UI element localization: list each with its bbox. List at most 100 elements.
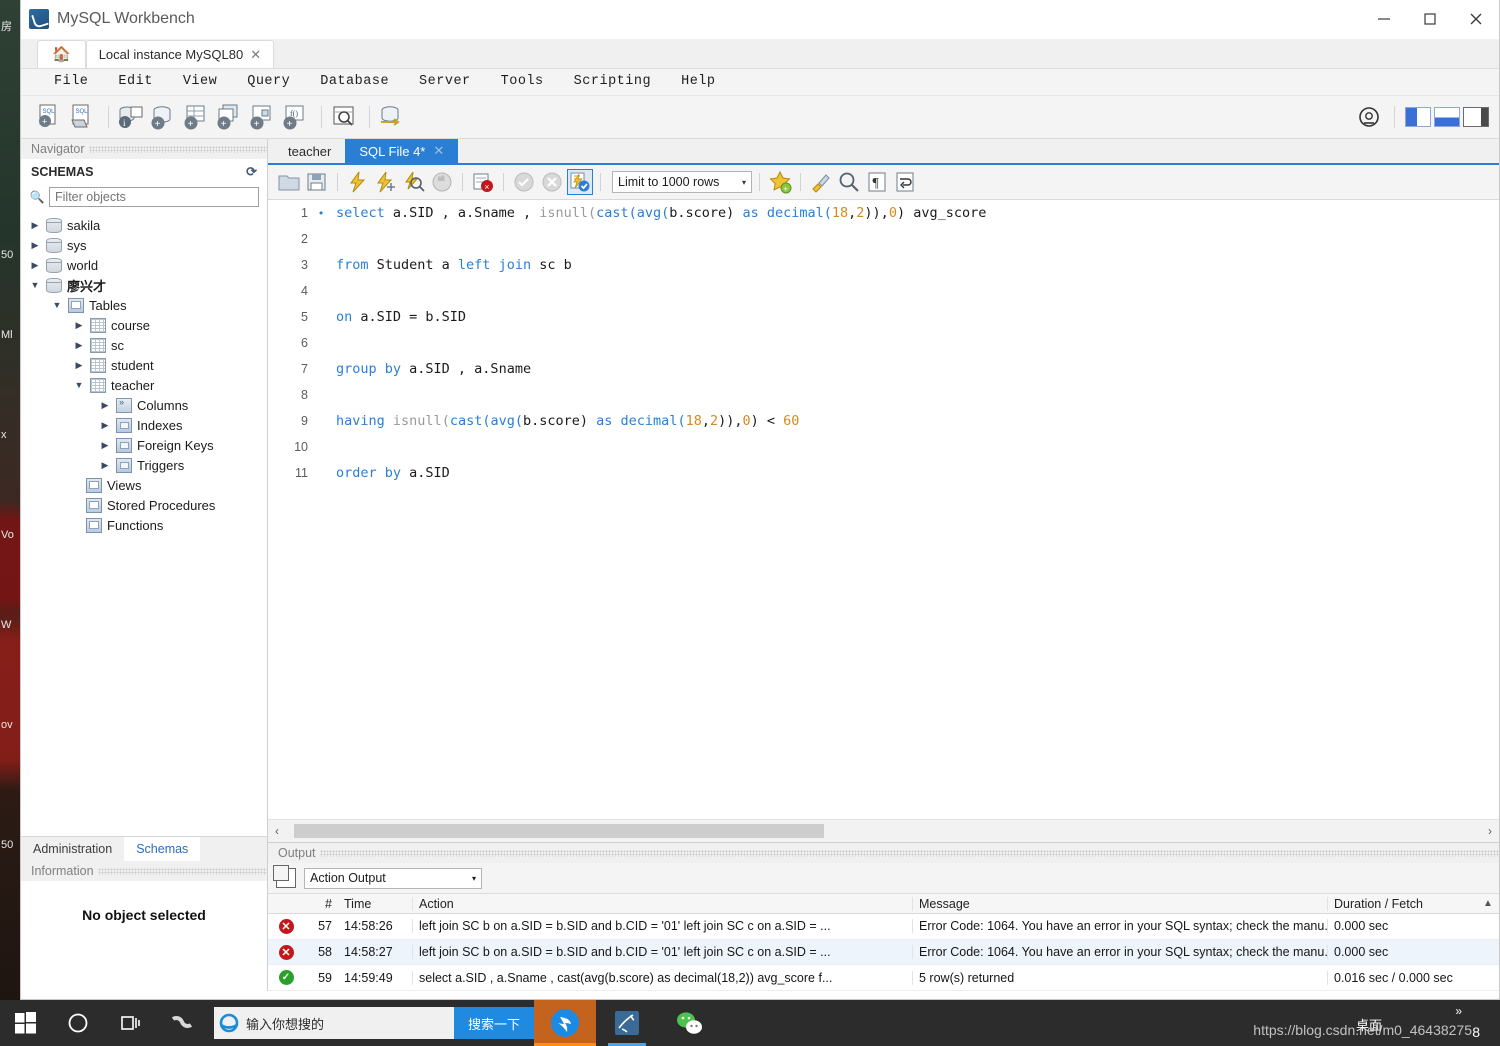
menu-edit[interactable]: Edit xyxy=(103,69,167,95)
chevron-down-icon[interactable]: ▼ xyxy=(73,380,85,390)
taskbar-app-dingtalk[interactable] xyxy=(534,1000,596,1046)
refresh-icon[interactable]: ⟳ xyxy=(246,164,257,180)
tree-item-teacher[interactable]: ▼ teacher xyxy=(21,375,267,395)
tree-item-indexes[interactable]: ▶ Indexes xyxy=(21,415,267,435)
new-function-icon[interactable]: f() + xyxy=(281,102,311,132)
tree-item-columns[interactable]: ▶ Columns xyxy=(21,395,267,415)
menu-file[interactable]: File xyxy=(39,69,103,95)
new-sql-file-icon[interactable]: SQL + xyxy=(35,102,65,132)
chevron-down-icon[interactable]: ▼ xyxy=(51,300,63,310)
autocommit-icon[interactable] xyxy=(567,169,593,195)
output-layout-icon[interactable] xyxy=(1434,107,1460,127)
find-icon[interactable] xyxy=(836,169,862,195)
search-box[interactable]: 输入你想搜的 xyxy=(214,1007,454,1039)
chevron-right-icon[interactable]: ▶ xyxy=(99,400,111,411)
chevron-right-icon[interactable]: ▶ xyxy=(73,360,85,371)
output-view-select[interactable]: Action Output ▾ xyxy=(304,867,482,889)
table-row[interactable]: ✕ 57 14:58:26 left join SC b on a.SID = … xyxy=(268,914,1499,940)
wrap-lines-icon[interactable] xyxy=(892,169,918,195)
manage-connections-icon[interactable] xyxy=(377,102,407,132)
tree-item-active-schema[interactable]: ▼ 廖兴才 xyxy=(21,275,267,295)
sogou-pinyin-icon[interactable] xyxy=(156,1000,208,1046)
tray-overflow-icon[interactable]: » xyxy=(1455,1004,1462,1018)
close-icon[interactable]: ✕ xyxy=(250,47,261,63)
scroll-right-icon[interactable]: › xyxy=(1483,824,1497,838)
inspect-schema-icon[interactable] xyxy=(329,102,359,132)
tree-item-triggers[interactable]: ▶ Triggers xyxy=(21,455,267,475)
task-view-icon[interactable] xyxy=(104,1000,156,1046)
connection-tab-local-instance[interactable]: Local instance MySQL80 ✕ xyxy=(85,40,275,68)
table-row[interactable]: ✓ 59 14:59:49 select a.SID , a.Sname , c… xyxy=(268,965,1499,991)
scroll-up-icon[interactable]: ▲ xyxy=(1477,898,1499,909)
scrollbar-thumb[interactable] xyxy=(294,824,824,838)
save-script-icon[interactable] xyxy=(304,169,330,195)
menu-scripting[interactable]: Scripting xyxy=(559,69,666,95)
sidebar-layout-icon[interactable] xyxy=(1405,107,1431,127)
maximize-button[interactable] xyxy=(1407,0,1453,38)
windows-start-icon[interactable] xyxy=(0,1000,52,1046)
menu-tools[interactable]: Tools xyxy=(486,69,559,95)
cortana-circle-icon[interactable] xyxy=(52,1000,104,1046)
menu-server[interactable]: Server xyxy=(404,69,486,95)
menu-view[interactable]: View xyxy=(168,69,232,95)
table-row[interactable]: ✕ 58 14:58:27 left join SC b on a.SID = … xyxy=(268,939,1499,966)
close-button[interactable] xyxy=(1453,0,1499,38)
tree-item-student[interactable]: ▶ student xyxy=(21,355,267,375)
tab-teacher[interactable]: teacher xyxy=(274,139,345,163)
snippets-icon[interactable]: + xyxy=(767,169,793,195)
chevron-right-icon[interactable]: ▶ xyxy=(99,440,111,451)
open-script-icon[interactable] xyxy=(276,169,302,195)
copy-icon[interactable] xyxy=(273,865,296,888)
chevron-right-icon[interactable]: ▶ xyxy=(29,240,41,251)
close-icon[interactable]: ✕ xyxy=(433,143,444,159)
tree-item-views[interactable]: ▶ Views xyxy=(21,475,267,495)
execute-icon[interactable] xyxy=(345,169,371,195)
connect-server-icon[interactable]: i xyxy=(116,102,146,132)
tree-item-foreign-keys[interactable]: ▶ Foreign Keys xyxy=(21,435,267,455)
chevron-right-icon[interactable]: ▶ xyxy=(73,320,85,331)
explain-icon[interactable] xyxy=(401,169,427,195)
tree-item-functions[interactable]: ▶ Functions xyxy=(21,515,267,535)
chevron-right-icon[interactable]: ▶ xyxy=(73,340,85,351)
tab-administration[interactable]: Administration xyxy=(21,837,124,861)
taskbar-app-wechat[interactable] xyxy=(658,1000,720,1046)
chevron-right-icon[interactable]: ▶ xyxy=(99,460,111,471)
tree-item-world[interactable]: ▶ world xyxy=(21,255,267,275)
beautify-icon[interactable] xyxy=(808,169,834,195)
tree-item-sakila[interactable]: ▶ sakila xyxy=(21,215,267,235)
new-table-icon[interactable]: + xyxy=(182,102,212,132)
new-procedure-icon[interactable]: + xyxy=(248,102,278,132)
editor-horizontal-scrollbar[interactable]: ‹ › xyxy=(268,819,1499,842)
search-input[interactable]: 输入你想搜的 xyxy=(244,1014,454,1033)
minimize-button[interactable] xyxy=(1361,0,1407,38)
tree-item-sys[interactable]: ▶ sys xyxy=(21,235,267,255)
tree-item-tables[interactable]: ▼ Tables xyxy=(21,295,267,315)
sql-code-editor[interactable]: 1 • select a.SID , a.Sname , isnull(cast… xyxy=(268,200,1499,819)
open-sql-file-icon[interactable]: SQL xyxy=(68,102,98,132)
menu-help[interactable]: Help xyxy=(666,69,730,95)
new-schema-icon[interactable]: + xyxy=(149,102,179,132)
new-view-icon[interactable]: + xyxy=(215,102,245,132)
menu-query[interactable]: Query xyxy=(232,69,305,95)
chevron-right-icon[interactable]: ▶ xyxy=(29,220,41,231)
row-limit-select[interactable]: Limit to 1000 rows ▾ xyxy=(612,171,752,193)
help-icon[interactable] xyxy=(1357,105,1381,129)
chevron-right-icon[interactable]: ▶ xyxy=(29,260,41,271)
toggle-stop-on-error-icon[interactable]: × xyxy=(470,169,496,195)
home-tab[interactable]: 🏠 xyxy=(37,40,86,68)
chevron-right-icon[interactable]: ▶ xyxy=(99,420,111,431)
scroll-left-icon[interactable]: ‹ xyxy=(270,824,284,838)
execute-current-statement-icon[interactable] xyxy=(373,169,399,195)
taskbar-app-mysql-workbench[interactable] xyxy=(596,1000,658,1046)
invisible-chars-icon[interactable]: ¶ xyxy=(864,169,890,195)
search-submit-button[interactable]: 搜索一下 xyxy=(454,1007,534,1039)
menu-database[interactable]: Database xyxy=(305,69,404,95)
filter-objects-input[interactable] xyxy=(49,187,259,207)
tab-schemas[interactable]: Schemas xyxy=(124,837,201,861)
tree-item-course[interactable]: ▶ course xyxy=(21,315,267,335)
tree-item-stored-procedures[interactable]: ▶ Stored Procedures xyxy=(21,495,267,515)
tree-item-sc[interactable]: ▶ sc xyxy=(21,335,267,355)
tab-sql-file-4[interactable]: SQL File 4* ✕ xyxy=(345,139,459,163)
secondary-sidebar-icon[interactable] xyxy=(1463,107,1489,127)
chevron-down-icon[interactable]: ▼ xyxy=(29,280,41,290)
